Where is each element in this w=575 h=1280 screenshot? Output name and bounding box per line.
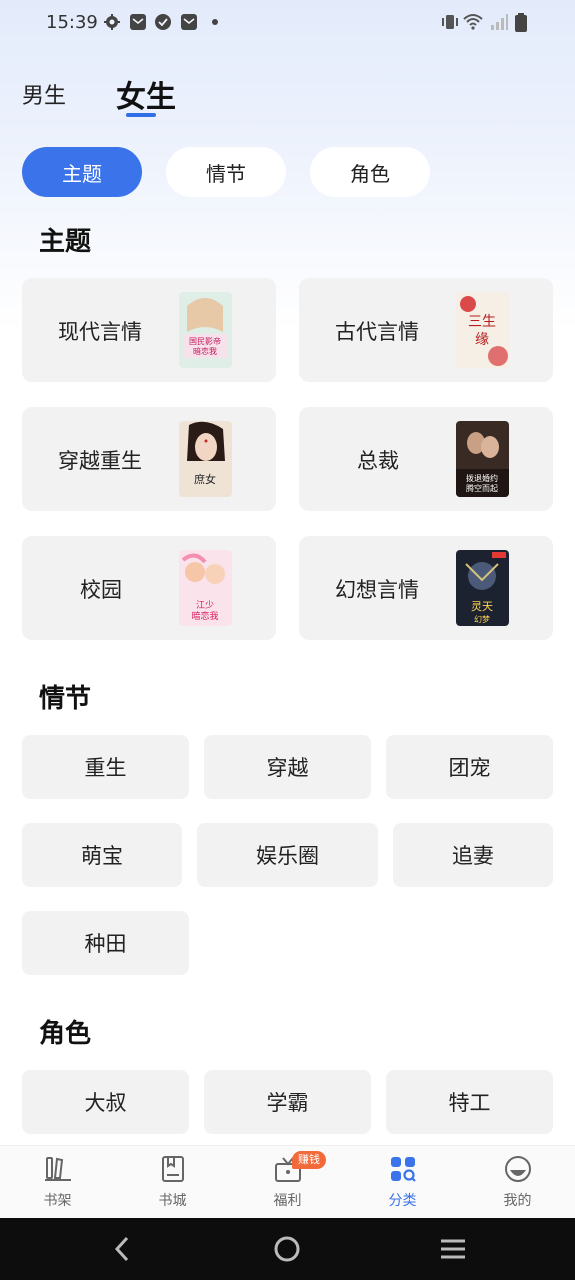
nav-label: 我的 bbox=[503, 1193, 532, 1209]
system-nav-bar bbox=[0, 1218, 575, 1280]
book-cover-image: 庶女 bbox=[179, 421, 232, 497]
menu-icon[interactable] bbox=[439, 1237, 467, 1261]
tab-female[interactable]: 女生 bbox=[116, 72, 176, 116]
nav-label: 书城 bbox=[158, 1193, 187, 1209]
battery-icon bbox=[515, 13, 527, 32]
nav-category[interactable]: 分类 bbox=[345, 1146, 460, 1219]
status-time: 15:39 bbox=[46, 12, 98, 33]
nav-bookshelf[interactable]: 书架 bbox=[0, 1146, 115, 1219]
chip-role[interactable]: 角色 bbox=[310, 147, 430, 197]
svg-text:灵天: 灵天 bbox=[471, 600, 493, 613]
theme-label: 古代言情 bbox=[335, 320, 419, 344]
theme-card-ancient-romance[interactable]: 古代言情 三生 缘 bbox=[299, 278, 553, 382]
book-cover-image: 国民影帝 暗恋我 bbox=[179, 292, 232, 368]
theme-card-campus[interactable]: 校园 江少 暗恋我 bbox=[22, 536, 276, 640]
mail-icon bbox=[130, 14, 146, 30]
theme-card-fantasy-romance[interactable]: 幻想言情 灵天 幻梦 bbox=[299, 536, 553, 640]
svg-text:三生: 三生 bbox=[468, 314, 496, 330]
dot-icon bbox=[212, 19, 218, 25]
nav-profile[interactable]: 我的 bbox=[460, 1146, 575, 1219]
tag-entertainment[interactable]: 娱乐圈 bbox=[197, 823, 378, 887]
book-cover-image: 江少 暗恋我 bbox=[179, 550, 232, 626]
theme-label: 现代言情 bbox=[58, 320, 142, 344]
tag-farming[interactable]: 种田 bbox=[22, 911, 189, 975]
theme-label: 校园 bbox=[80, 578, 122, 602]
wifi-icon bbox=[463, 14, 483, 30]
gear-icon bbox=[104, 14, 120, 30]
theme-label: 幻想言情 bbox=[335, 578, 419, 602]
status-bar: 15:39 bbox=[0, 0, 575, 46]
nav-label: 书架 bbox=[43, 1193, 72, 1209]
nav-label: 福利 bbox=[273, 1193, 302, 1209]
check-circle-icon bbox=[155, 14, 171, 30]
signal-icon bbox=[491, 14, 508, 30]
svg-text:暗恋我: 暗恋我 bbox=[191, 610, 218, 622]
theme-card-time-travel[interactable]: 穿越重生 庶女 bbox=[22, 407, 276, 511]
nav-welfare[interactable]: 赚钱 福利 bbox=[230, 1146, 345, 1219]
active-tab-indicator bbox=[126, 113, 156, 117]
svg-text:腾空而起: 腾空而起 bbox=[466, 483, 498, 493]
vibrate-icon bbox=[442, 15, 458, 29]
tab-male[interactable]: 男生 bbox=[22, 78, 66, 110]
section-title-theme: 主题 bbox=[39, 227, 92, 257]
book-cover-image: 灵天 幻梦 bbox=[456, 550, 509, 626]
tag-agent[interactable]: 特工 bbox=[386, 1070, 553, 1134]
theme-label: 穿越重生 bbox=[58, 449, 142, 473]
tag-chasing-wife[interactable]: 追妻 bbox=[393, 823, 553, 887]
svg-text:国民影帝: 国民影帝 bbox=[189, 336, 221, 346]
svg-text:幻梦: 幻梦 bbox=[474, 614, 490, 624]
chip-theme[interactable]: 主题 bbox=[22, 147, 142, 197]
back-icon[interactable] bbox=[110, 1235, 136, 1263]
home-icon[interactable] bbox=[273, 1235, 301, 1263]
theme-card-modern-romance[interactable]: 现代言情 国民影帝 暗恋我 bbox=[22, 278, 276, 382]
svg-text:暗恋我: 暗恋我 bbox=[193, 346, 217, 356]
profile-icon bbox=[505, 1156, 531, 1182]
svg-text:缘: 缘 bbox=[475, 332, 489, 348]
section-title-plot: 情节 bbox=[39, 684, 92, 714]
section-title-role: 角色 bbox=[39, 1019, 92, 1049]
tag-top-student[interactable]: 学霸 bbox=[204, 1070, 371, 1134]
book-cover-image: 拨退婚约 腾空而起 bbox=[456, 421, 509, 497]
svg-text:拨退婚约: 拨退婚约 bbox=[466, 473, 498, 483]
earn-money-badge: 赚钱 bbox=[292, 1151, 326, 1169]
chip-plot[interactable]: 情节 bbox=[166, 147, 286, 197]
bookshelf-icon bbox=[45, 1157, 71, 1181]
mail-icon bbox=[181, 14, 197, 30]
tag-group-pampering[interactable]: 团宠 bbox=[386, 735, 553, 799]
book-cover-image: 三生 缘 bbox=[456, 292, 509, 368]
tag-time-travel[interactable]: 穿越 bbox=[204, 735, 371, 799]
category-icon bbox=[391, 1157, 416, 1182]
svg-text:庶女: 庶女 bbox=[194, 472, 216, 486]
bottom-nav: 书架 书城 赚钱 福利 分类 我的 bbox=[0, 1145, 575, 1218]
tag-rebirth[interactable]: 重生 bbox=[22, 735, 189, 799]
book-icon bbox=[162, 1156, 184, 1182]
theme-label: 总裁 bbox=[357, 449, 399, 473]
nav-label: 分类 bbox=[388, 1193, 417, 1209]
nav-bookstore[interactable]: 书城 bbox=[115, 1146, 230, 1219]
tag-cute-baby[interactable]: 萌宝 bbox=[22, 823, 182, 887]
tag-uncle[interactable]: 大叔 bbox=[22, 1070, 189, 1134]
theme-card-ceo[interactable]: 总裁 拨退婚约 腾空而起 bbox=[299, 407, 553, 511]
svg-text:江少: 江少 bbox=[196, 600, 214, 611]
